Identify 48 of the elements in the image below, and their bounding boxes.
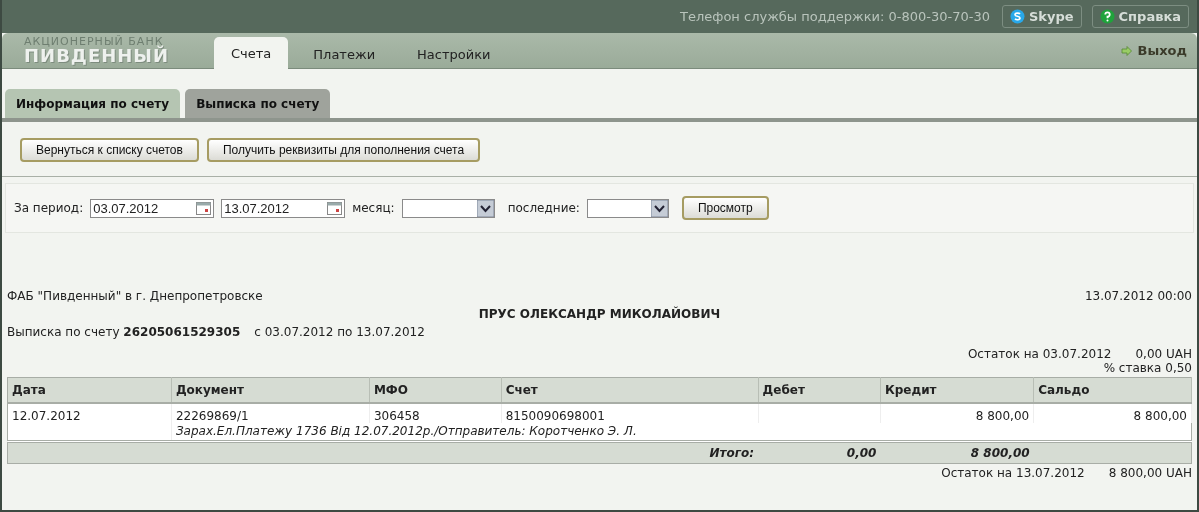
help-button[interactable]: Справка <box>1091 5 1189 28</box>
payment-note: Зарах.Ел.Платежу 1736 Від 12.07.2012р./Отправитель: Коротченко Э. Л. <box>171 423 1192 442</box>
column-header: Кредит <box>880 377 1034 403</box>
dropdown-icon[interactable] <box>476 199 494 217</box>
nav-tab[interactable]: Счета <box>214 37 289 69</box>
closing-balance-label: Остаток на 13.07.2012 <box>941 466 1085 480</box>
help-icon <box>1099 9 1115 24</box>
total-debit: 0,00 <box>846 446 877 460</box>
column-header: Сальдо <box>1033 377 1192 403</box>
last-label: последние: <box>507 201 580 215</box>
statement-period: с 03.07.2012 по 13.07.2012 <box>254 325 425 339</box>
statement-account: Выписка по счету 26205061529305 <box>7 325 241 339</box>
sub-tab[interactable]: Информация по счету <box>5 89 181 118</box>
total-credit: 8 800,00 <box>970 446 1030 460</box>
report-datetime: 13.07.2012 00:00 <box>1084 289 1192 303</box>
dropdown-icon[interactable] <box>650 199 668 217</box>
column-header: МФО <box>369 377 502 403</box>
month-label: месяц: <box>352 201 395 215</box>
skype-icon <box>1009 9 1025 24</box>
column-header: Счет <box>501 377 759 403</box>
account-holder: ПРУС ОЛЕКСАНДР МИКОЛАЙОВИЧ <box>478 307 721 321</box>
sub-tab[interactable]: Выписка по счету <box>185 89 331 118</box>
nav-tab[interactable]: Настройки <box>400 40 508 68</box>
logout-button[interactable]: Выход <box>1110 43 1197 58</box>
action-button[interactable]: Получить реквизиты для пополнения счета <box>206 138 481 162</box>
opening-balance-value: 0,00 UAH <box>1135 347 1192 361</box>
date-to-field[interactable]: 13.07.2012 <box>221 198 346 218</box>
interest-rate: % ставка 0,50 <box>1103 361 1192 375</box>
column-header: Дата <box>7 377 172 403</box>
action-button[interactable]: Вернуться к списку счетов <box>20 138 199 162</box>
column-header: Дебет <box>758 377 881 403</box>
view-button[interactable]: Просмотр <box>681 196 769 220</box>
date-from-field[interactable]: 03.07.2012 <box>90 198 215 218</box>
bank-branch: ФАБ "Пивденный" в г. Днепропетровске <box>7 289 263 303</box>
period-label: За период: <box>14 201 84 215</box>
column-header: Документ <box>171 377 370 403</box>
support-phone: Телефон службы поддержки: 0-800-30-70-30 <box>680 9 990 24</box>
totals-label: Итого: <box>709 446 755 460</box>
logo-title: ПИВДЕННЫЙ <box>24 47 171 65</box>
nav-tab[interactable]: Платежи <box>296 40 393 68</box>
calendar-icon[interactable] <box>327 201 343 215</box>
calendar-icon[interactable] <box>196 201 212 215</box>
closing-balance-value: 8 800,00 UAH <box>1108 466 1192 480</box>
arrow-icon <box>1120 45 1132 56</box>
opening-balance-label: Остаток на 03.07.2012 <box>967 347 1112 361</box>
skype-button[interactable]: Skype <box>1001 5 1082 28</box>
logo-subtitle: АКЦИОНЕРНЫЙ БАНК <box>24 36 164 47</box>
table-cell: 12.07.2012 <box>7 403 172 423</box>
